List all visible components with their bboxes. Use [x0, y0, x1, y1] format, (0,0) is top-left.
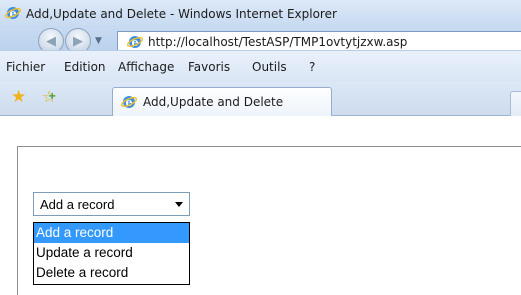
window-title: Add,Update and Delete - Windows Internet…	[26, 7, 337, 21]
tab-label: Add,Update and Delete	[143, 95, 284, 109]
select-options-list: Add a record Update a record Delete a re…	[33, 222, 190, 285]
arrow-left-icon: ◀	[46, 33, 56, 49]
menu-bar: Fichier Edition Affichage Favoris Outils…	[0, 50, 521, 82]
menu-item-fichier[interactable]: Fichier	[6, 60, 45, 74]
chevron-down-icon	[175, 202, 183, 207]
history-dropdown-icon[interactable]: ▼	[95, 36, 102, 46]
new-tab-button[interactable]	[510, 91, 521, 116]
page-ie-icon: e	[127, 36, 143, 49]
option-delete-record[interactable]: Delete a record	[34, 263, 189, 283]
title-bar: e Add,Update and Delete - Windows Intern…	[0, 0, 521, 54]
select-value: Add a record	[40, 197, 115, 212]
tab-bar: ★ ☆ + e Add,Update and Delete	[0, 82, 521, 116]
ie-icon: e	[5, 7, 21, 20]
tab-ie-icon: e	[121, 96, 137, 109]
option-add-record[interactable]: Add a record	[34, 223, 189, 243]
tab-active[interactable]: e Add,Update and Delete	[112, 87, 332, 116]
menu-item-affichage[interactable]: Affichage	[118, 60, 174, 74]
menu-item-outils[interactable]: Outils	[252, 60, 287, 74]
menu-item-edition[interactable]: Edition	[64, 60, 106, 74]
action-select[interactable]: Add a record	[33, 192, 190, 216]
option-update-record[interactable]: Update a record	[34, 243, 189, 263]
favorites-star-icon[interactable]: ★	[11, 89, 26, 106]
add-favorites-icon[interactable]: ☆ +	[42, 89, 56, 105]
address-url[interactable]: http://localhost/TestASP/TMP1ovtytjzxw.a…	[148, 35, 407, 49]
menu-item-help[interactable]: ?	[309, 60, 315, 74]
menu-item-favoris[interactable]: Favoris	[188, 60, 230, 74]
arrow-right-icon: ▶	[73, 33, 83, 49]
